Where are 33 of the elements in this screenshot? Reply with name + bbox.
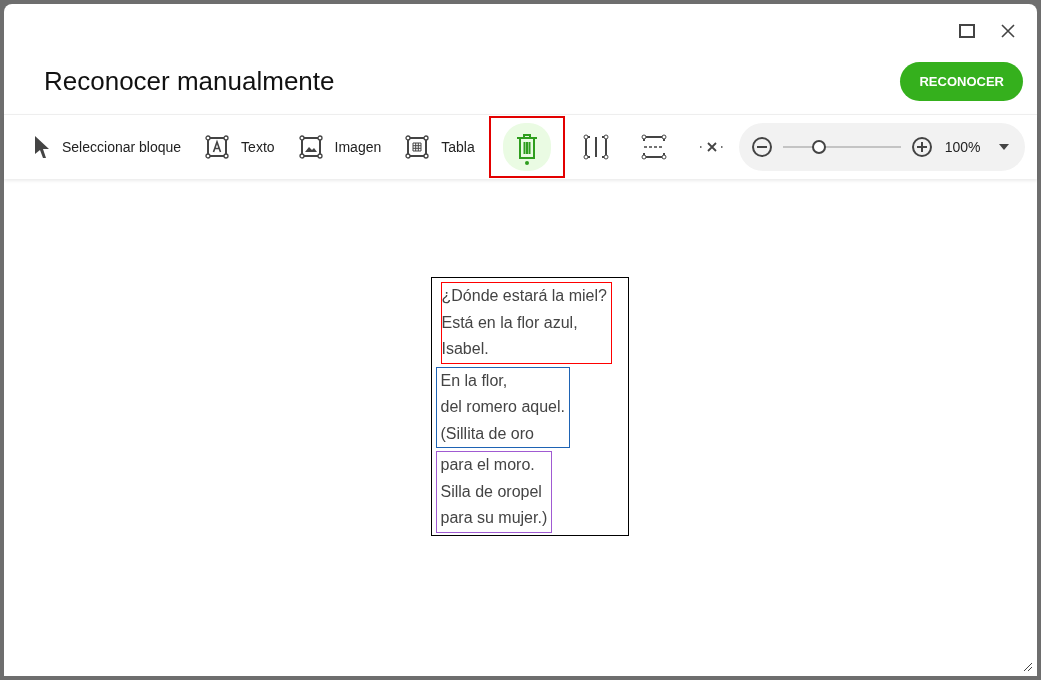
- split-horizontal-icon: [640, 134, 667, 160]
- text-line: ¿Dónde estará la miel?: [441, 286, 607, 306]
- trash-icon: [515, 134, 538, 160]
- close-icon[interactable]: [1001, 24, 1015, 38]
- zoom-slider-thumb[interactable]: [812, 140, 827, 154]
- text-line: Está en la flor azul,: [441, 312, 579, 333]
- text-frame-icon: [205, 135, 230, 159]
- text-line: Isabel.: [441, 339, 490, 359]
- text-block[interactable]: ¿Dónde estará la miel? Está en la flor azul, Isabel.: [440, 282, 612, 364]
- zoom-in-icon[interactable]: [910, 136, 933, 158]
- window-title: Reconocer manualmente: [44, 65, 335, 97]
- text-line: para su mujer.): [440, 508, 548, 528]
- text-block[interactable]: para el moro. Silla de oropel para su mujer.): [435, 451, 553, 533]
- split-vertical-icon: [582, 134, 609, 160]
- zoom-out-icon[interactable]: [750, 136, 773, 158]
- tool-button[interactable]: [488, 116, 565, 178]
- tool-button[interactable]: Seleccionar bloque: [24, 116, 192, 178]
- unsplit-icon: [698, 142, 725, 152]
- text-line: para el moro.: [440, 455, 536, 475]
- image-frame-icon: [298, 135, 323, 159]
- text-line: Silla de oropel: [440, 481, 543, 502]
- tool-button[interactable]: Texto: [195, 116, 285, 178]
- maximize-icon[interactable]: [959, 24, 975, 38]
- tool-button[interactable]: Tabla: [395, 116, 485, 178]
- table-frame-icon: [405, 135, 430, 159]
- zoom-value: 100%: [944, 139, 981, 155]
- text-line: del romero aquel.: [440, 397, 565, 417]
- resize-grip-icon[interactable]: [1023, 662, 1033, 672]
- pointer-icon: [34, 135, 50, 159]
- text-line: En la flor,: [440, 370, 509, 391]
- tool-button[interactable]: Imagen: [288, 116, 392, 178]
- dropdown-caret-icon[interactable]: [998, 144, 1009, 150]
- text-line: (Sillita de oro: [440, 423, 535, 444]
